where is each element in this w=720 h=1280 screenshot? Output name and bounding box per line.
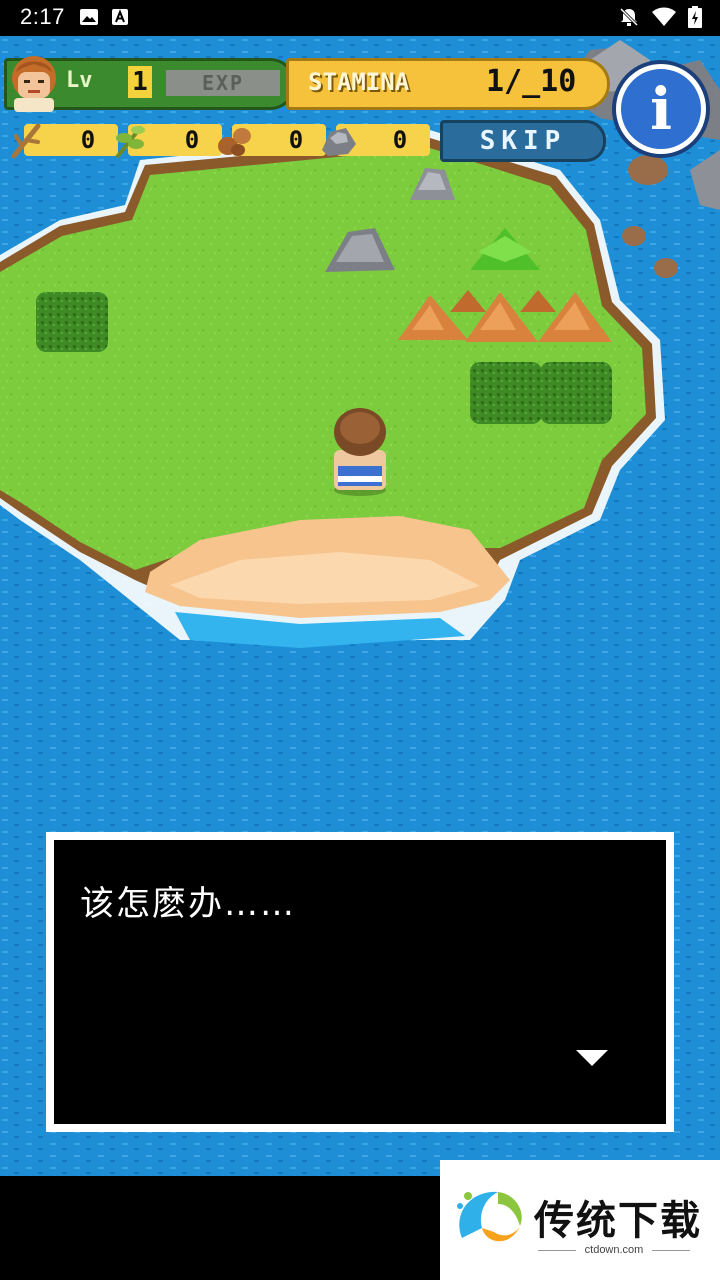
status-time: 2:17 — [20, 4, 65, 29]
exp-bar: EXP — [166, 70, 280, 96]
notifications-off-icon — [619, 7, 639, 27]
info-button[interactable]: i — [616, 64, 706, 154]
exp-label: EXP — [201, 71, 245, 95]
dialog-next-arrow-icon[interactable] — [576, 1050, 608, 1066]
level-label: Lv — [66, 68, 93, 93]
level-value: 1 — [128, 66, 152, 98]
watermark-logo-icon — [457, 1191, 522, 1242]
game-screen: 2:17 Lv 1 EXP STAMINA 1/_10 i 0 0 0 0 SK… — [0, 0, 720, 1280]
nut-icon — [218, 128, 251, 156]
resource-nut-count: 0 — [288, 126, 304, 154]
dialog-box[interactable]: 该怎麽办…… — [46, 832, 674, 1132]
image-icon — [80, 9, 98, 25]
watermark-subtitle: ctdown.com — [538, 1244, 690, 1256]
stamina-value: 1/_10 — [486, 64, 577, 99]
battery-icon — [688, 6, 702, 28]
resource-branch-count: 0 — [80, 126, 96, 154]
stone-icon — [322, 128, 356, 156]
resource-herb-count: 0 — [184, 126, 200, 154]
watermark: 传统下载 ctdown.com — [440, 1160, 720, 1280]
info-icon: i — [649, 75, 673, 143]
wifi-icon — [652, 7, 676, 26]
status-bar: 2:17 — [0, 0, 720, 36]
player-avatar-icon — [12, 56, 56, 112]
player-sprite — [334, 408, 386, 496]
a-icon — [112, 9, 128, 25]
resource-stone-count: 0 — [392, 126, 408, 154]
watermark-title: 传统下载 — [534, 1198, 702, 1244]
herb-icon — [116, 126, 145, 158]
dialog-text: 该怎麽办…… — [80, 884, 296, 924]
skip-button[interactable]: SKIP — [440, 120, 606, 162]
stamina-label: STAMINA — [308, 68, 410, 96]
branch-icon — [11, 123, 41, 159]
